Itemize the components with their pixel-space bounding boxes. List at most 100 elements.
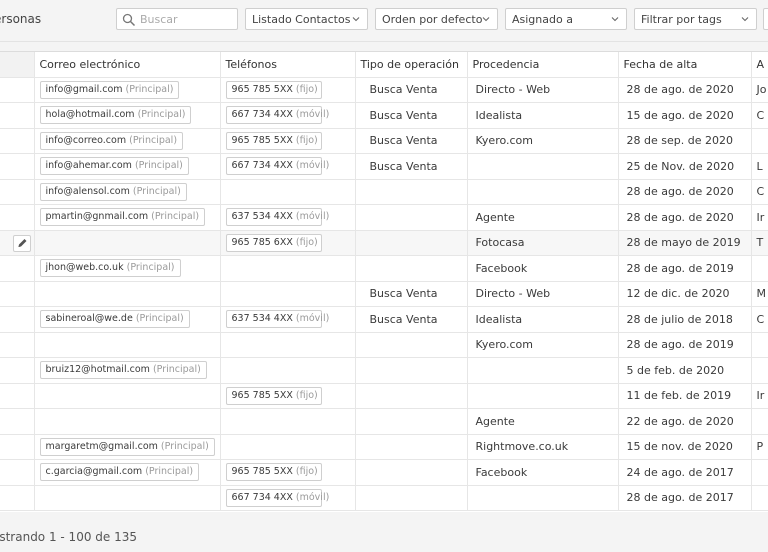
phone-tag: (móvil) bbox=[295, 109, 330, 121]
phone-cell bbox=[220, 255, 356, 282]
section-title: ersonas bbox=[0, 12, 42, 26]
phone-chip[interactable]: 965 785 6XX (fijo) bbox=[225, 233, 322, 252]
source-cell: Agente bbox=[467, 204, 619, 231]
table-row[interactable]: hola@hotmail.com (Principal) 667 734 4XX … bbox=[0, 102, 768, 129]
phone-chip[interactable]: 965 785 5XX (fijo) bbox=[225, 386, 322, 405]
column-header-operation[interactable]: Tipo de operación bbox=[355, 52, 468, 78]
email-value: jhon@web.co.uk bbox=[45, 262, 124, 274]
column-header-email[interactable]: Correo electrónico bbox=[34, 52, 221, 78]
phone-chip[interactable]: 667 734 4XX (móvil) bbox=[225, 488, 329, 507]
table-row[interactable]: info@gmail.com (Principal) 965 785 5XX (f… bbox=[0, 77, 768, 103]
extra-cell: Jo bbox=[751, 77, 768, 103]
phone-value: 965 785 5XX bbox=[231, 134, 293, 146]
assigned-select-value: Asignado a bbox=[512, 13, 573, 26]
contacts-table: Correo electrónico Teléfonos Tipo de ope… bbox=[0, 51, 768, 512]
email-chip[interactable]: c.garcia@gmail.com (Principal) bbox=[39, 463, 200, 482]
phone-chip[interactable]: 637 534 4XX (móvil) bbox=[225, 310, 329, 329]
search-input[interactable]: Buscar bbox=[116, 8, 238, 30]
sort-select-value: Orden por defecto bbox=[382, 13, 483, 26]
operation-cell: Busca Venta bbox=[355, 77, 468, 103]
phone-cell: 965 785 5XX (fijo) bbox=[220, 77, 356, 103]
table-row[interactable]: 965 785 5XX (fijo) 11 de feb. de 2019 Ir bbox=[0, 383, 768, 409]
phone-cell bbox=[220, 434, 356, 460]
table-row[interactable]: sabineroal@we.de (Principal) 637 534 4XX … bbox=[0, 306, 768, 333]
extra-toolbar-button[interactable] bbox=[763, 8, 768, 30]
table-row[interactable]: c.garcia@gmail.com (Principal) 965 785 5X… bbox=[0, 459, 768, 486]
row-actions-cell bbox=[0, 204, 35, 231]
assigned-select[interactable]: Asignado a bbox=[505, 8, 627, 30]
date-cell: 28 de ago. de 2020 bbox=[618, 77, 752, 103]
email-chip[interactable]: bruiz12@hotmail.com (Principal) bbox=[39, 361, 207, 380]
email-chip[interactable]: jhon@web.co.uk (Principal) bbox=[39, 259, 181, 278]
operation-cell bbox=[355, 357, 468, 384]
table-row[interactable]: info@alensol.com (Principal) 28 de ago. d… bbox=[0, 179, 768, 205]
phone-chip[interactable]: 637 534 4XX (móvil) bbox=[225, 208, 329, 227]
phone-chip[interactable]: 965 785 5XX (fijo) bbox=[225, 131, 322, 150]
operation-cell: Busca Venta bbox=[355, 281, 468, 307]
date-cell: 28 de ago. de 2019 bbox=[618, 332, 752, 358]
table-row[interactable]: jhon@web.co.uk (Principal) Facebook 28 de … bbox=[0, 255, 768, 282]
chevron-down-icon bbox=[352, 17, 360, 22]
email-cell bbox=[34, 408, 221, 435]
operation-cell bbox=[355, 408, 468, 435]
date-cell: 15 de ago. de 2020 bbox=[618, 102, 752, 129]
table-row[interactable]: info@correo.com (Principal) 965 785 5XX (… bbox=[0, 128, 768, 154]
phone-cell: 965 785 5XX (fijo) bbox=[220, 128, 356, 154]
email-chip[interactable]: margaretm@gmail.com (Principal) bbox=[39, 437, 215, 456]
column-header-source[interactable]: Procedencia bbox=[467, 52, 619, 78]
operation-cell bbox=[355, 383, 468, 409]
table-row[interactable]: bruiz12@hotmail.com (Principal) 5 de feb.… bbox=[0, 357, 768, 384]
tags-filter-select[interactable]: Filtrar por tags bbox=[634, 8, 757, 30]
email-chip[interactable]: info@alensol.com (Principal) bbox=[39, 182, 187, 201]
email-tag: (Principal) bbox=[145, 466, 194, 478]
phone-chip[interactable]: 667 734 4XX (móvil) bbox=[225, 157, 329, 176]
phone-tag: (fijo) bbox=[295, 236, 318, 248]
column-header-date[interactable]: Fecha de alta bbox=[618, 52, 752, 78]
column-header-select bbox=[0, 52, 35, 78]
email-value: bruiz12@hotmail.com bbox=[45, 364, 150, 376]
column-header-phones[interactable]: Teléfonos bbox=[220, 52, 356, 78]
operation-cell bbox=[355, 332, 468, 358]
row-actions-cell bbox=[0, 255, 35, 282]
extra-cell: Ir bbox=[751, 383, 768, 409]
operation-cell: Busca Venta bbox=[355, 128, 468, 154]
date-cell: 28 de ago. de 2020 bbox=[618, 179, 752, 205]
extra-cell bbox=[751, 357, 768, 384]
column-header-extra[interactable]: A bbox=[751, 52, 768, 78]
table-row[interactable]: Kyero.com 28 de ago. de 2019 bbox=[0, 332, 768, 358]
sort-select[interactable]: Orden por defecto bbox=[375, 8, 498, 30]
email-chip[interactable]: info@gmail.com (Principal) bbox=[39, 80, 180, 99]
phone-chip[interactable]: 965 785 5XX (fijo) bbox=[225, 80, 322, 99]
date-cell: 28 de mayo de 2019 bbox=[618, 230, 752, 256]
email-chip[interactable]: sabineroal@we.de (Principal) bbox=[39, 310, 190, 329]
email-cell bbox=[34, 281, 221, 307]
date-cell: 25 de Nov. de 2020 bbox=[618, 153, 752, 180]
table-row[interactable]: pmartin@gnmail.com (Principal) 637 534 4X… bbox=[0, 204, 768, 231]
source-cell: Facebook bbox=[467, 255, 619, 282]
phone-tag: (fijo) bbox=[295, 83, 318, 95]
phone-chip[interactable]: 667 734 4XX (móvil) bbox=[225, 106, 329, 125]
operation-cell bbox=[355, 204, 468, 231]
email-chip[interactable]: pmartin@gnmail.com (Principal) bbox=[39, 208, 206, 227]
table-row[interactable]: 667 734 4XX (móvil) 28 de ago. de 2017 bbox=[0, 485, 768, 511]
extra-cell: C bbox=[751, 179, 768, 205]
phone-chip[interactable]: 965 785 5XX (fijo) bbox=[225, 463, 322, 482]
email-chip[interactable]: info@ahemar.com (Principal) bbox=[39, 157, 189, 176]
table-row[interactable]: Agente 22 de ago. de 2020 bbox=[0, 408, 768, 435]
email-chip[interactable]: hola@hotmail.com (Principal) bbox=[39, 106, 192, 125]
date-cell: 5 de feb. de 2020 bbox=[618, 357, 752, 384]
table-row[interactable]: Busca Venta Directo - Web 12 de dic. de 20… bbox=[0, 281, 768, 307]
edit-button[interactable] bbox=[12, 234, 31, 252]
table-row[interactable]: margaretm@gmail.com (Principal) Rightmove… bbox=[0, 434, 768, 460]
phone-tag: (fijo) bbox=[295, 389, 318, 401]
list-select[interactable]: Listado Contactos bbox=[245, 8, 368, 30]
row-actions-cell bbox=[0, 485, 35, 511]
date-cell: 28 de ago. de 2017 bbox=[618, 485, 752, 511]
phone-value: 965 785 5XX bbox=[231, 83, 293, 95]
table-row[interactable]: 965 785 6XX (fijo) Fotocasa 28 de mayo de … bbox=[0, 230, 768, 256]
table-row[interactable]: info@ahemar.com (Principal) 667 734 4XX (… bbox=[0, 153, 768, 180]
email-chip[interactable]: info@correo.com (Principal) bbox=[39, 131, 184, 150]
email-value: info@gmail.com bbox=[45, 83, 123, 95]
row-actions-cell bbox=[0, 306, 35, 333]
row-actions-cell bbox=[0, 128, 35, 154]
